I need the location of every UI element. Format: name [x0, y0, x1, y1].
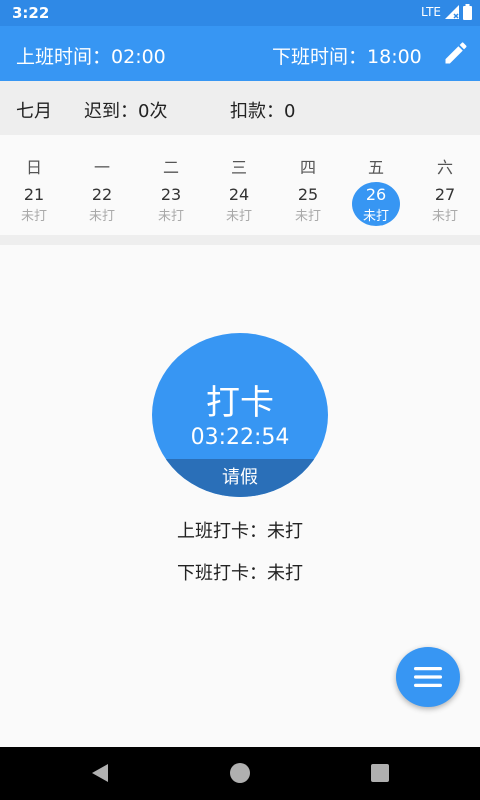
leave-button[interactable]: 请假 [152, 459, 328, 497]
battery-icon [463, 4, 472, 20]
day-cell[interactable]: 一 22 未打 [68, 135, 136, 235]
late-count: 迟到：0次 [84, 97, 167, 123]
month-label[interactable]: 七月 [16, 97, 52, 123]
section-divider [0, 235, 480, 245]
clock-in-record: 上班打卡：未打 [0, 517, 480, 543]
day-date: 24 [228, 185, 250, 204]
status-bar: 3:22 LTE [0, 0, 480, 26]
edit-button[interactable] [442, 39, 470, 67]
clock-in-label: 上班打卡： [177, 521, 267, 542]
clock-out-record: 下班打卡：未打 [0, 559, 480, 585]
clock-in-value: 未打 [267, 521, 303, 542]
day-status: 未打 [157, 209, 184, 224]
day-cell[interactable]: 二 23 未打 [137, 135, 205, 235]
punch-label: 打卡 [206, 383, 274, 423]
day-status: 未打 [225, 209, 252, 224]
work-start-label: 上班时间： [16, 46, 112, 68]
back-button[interactable] [88, 761, 112, 785]
home-button[interactable] [228, 761, 252, 785]
menu-fab[interactable] [396, 647, 460, 707]
deduction: 扣款：0 [230, 97, 295, 123]
day-cell[interactable]: 五 26 未打 [342, 135, 410, 235]
day-status: 未打 [431, 209, 458, 224]
day-status: 未打 [20, 209, 47, 224]
deduct-label: 扣款： [230, 101, 284, 122]
work-start-value: 02:00 [111, 46, 166, 68]
day-date: 23 [160, 185, 182, 204]
home-icon [230, 763, 250, 783]
weekday-label: 六 [436, 158, 453, 177]
day-cell[interactable]: 六 27 未打 [411, 135, 479, 235]
current-time: 03:22:54 [190, 425, 290, 450]
week-calendar: 日 21 未打 一 22 未打 二 23 未打 三 24 未打 四 25 未打 … [0, 135, 480, 235]
menu-icon [414, 667, 442, 687]
late-label: 迟到： [84, 101, 138, 122]
day-date: 25 [297, 185, 319, 204]
monthly-summary: 七月 迟到：0次 扣款：0 [0, 81, 480, 135]
day-cell[interactable]: 四 25 未打 [274, 135, 342, 235]
weekday-label: 五 [367, 158, 384, 177]
day-cell[interactable]: 日 21 未打 [0, 135, 68, 235]
work-end-time[interactable]: 下班时间：18:00 [272, 42, 422, 69]
weekday-label: 二 [162, 158, 179, 177]
status-icons: LTE [421, 4, 472, 20]
weekday-label: 三 [230, 158, 247, 177]
back-icon [92, 764, 108, 782]
day-date: 22 [91, 185, 113, 204]
recents-icon [371, 764, 389, 782]
app-bar: 上班时间：02:00 下班时间：18:00 [0, 26, 480, 81]
day-date: 27 [434, 185, 456, 204]
clock-out-value: 未打 [267, 563, 303, 584]
weekday-label: 日 [25, 158, 42, 177]
clock-out-label: 下班打卡： [177, 563, 267, 584]
punch-button[interactable]: 打卡 03:22:54 请假 [152, 333, 328, 497]
day-cell[interactable]: 三 24 未打 [205, 135, 273, 235]
day-status: 未打 [362, 209, 389, 224]
pencil-icon [445, 42, 467, 64]
work-end-label: 下班时间： [272, 46, 368, 68]
day-date: 26 [365, 185, 387, 204]
weekday-label: 四 [299, 158, 316, 177]
network-type: LTE [421, 5, 441, 19]
status-time: 3:22 [12, 4, 50, 22]
signal-icon [445, 5, 459, 19]
day-status: 未打 [88, 209, 115, 224]
system-nav-bar [0, 747, 480, 800]
day-status: 未打 [294, 209, 321, 224]
recents-button[interactable] [368, 761, 392, 785]
deduct-value: 0 [284, 101, 296, 122]
late-value: 0次 [138, 101, 168, 122]
work-end-value: 18:00 [367, 46, 422, 68]
weekday-label: 一 [93, 158, 110, 177]
work-start-time[interactable]: 上班时间：02:00 [16, 42, 166, 69]
day-date: 21 [23, 185, 45, 204]
